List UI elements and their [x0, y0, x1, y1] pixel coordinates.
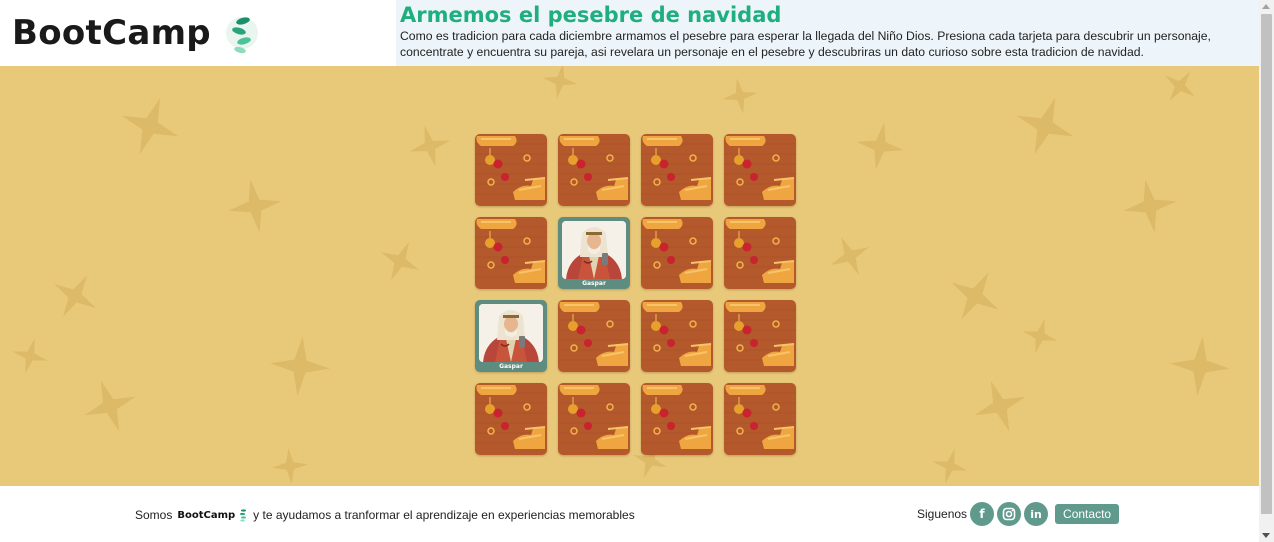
contact-button[interactable]: Contacto	[1055, 504, 1120, 524]
brand-logo[interactable]: BootCamp	[0, 0, 396, 66]
memory-card[interactable]	[475, 134, 547, 206]
scrollbar-thumb[interactable]	[1261, 14, 1272, 514]
scroll-up-arrow-icon[interactable]	[1262, 4, 1270, 9]
instagram-icon[interactable]	[997, 502, 1022, 526]
card-back-pattern-icon	[641, 383, 713, 455]
card-back-pattern-icon	[558, 134, 630, 206]
brand-name: BootCamp	[12, 13, 211, 53]
memory-card[interactable]	[475, 383, 547, 455]
card-back-pattern-icon	[558, 383, 630, 455]
memory-card[interactable]	[641, 300, 713, 372]
memory-card[interactable]: Gaspar	[475, 300, 547, 372]
footer-about: Somos BootCamp y te ayudamos a tranforma…	[135, 508, 635, 522]
memory-card[interactable]	[641, 217, 713, 289]
header: BootCamp Armemos el pesebre de navidad C…	[0, 0, 1259, 66]
memory-card[interactable]: Gaspar	[558, 217, 630, 289]
page: BootCamp Armemos el pesebre de navidad C…	[0, 0, 1274, 542]
memory-card[interactable]	[641, 383, 713, 455]
memory-card[interactable]	[724, 134, 796, 206]
page-title: Armemos el pesebre de navidad	[400, 3, 782, 27]
card-back-pattern-icon	[641, 217, 713, 289]
card-back-pattern-icon	[724, 383, 796, 455]
vertical-scrollbar[interactable]	[1259, 0, 1274, 542]
facebook-icon[interactable]: f	[970, 502, 995, 526]
card-back-pattern-icon	[724, 300, 796, 372]
card-back-pattern-icon	[724, 217, 796, 289]
card-character-name: Gaspar	[582, 280, 606, 287]
memory-card-grid: Gaspar Gaspar	[475, 134, 797, 455]
scroll-down-arrow-icon[interactable]	[1262, 533, 1270, 538]
game-board-area: Gaspar Gaspar	[0, 66, 1259, 486]
bootcamp-logo-icon	[240, 509, 247, 522]
linkedin-icon[interactable]: in	[1024, 502, 1049, 526]
bootcamp-logo-icon	[225, 10, 259, 56]
siguenos-label: Siguenos	[917, 507, 968, 521]
gaspar-illustration-icon	[562, 221, 626, 279]
footer: Somos BootCamp y te ayudamos a tranforma…	[0, 486, 1259, 542]
memory-card[interactable]	[475, 217, 547, 289]
memory-card[interactable]	[724, 217, 796, 289]
memory-card[interactable]	[558, 134, 630, 206]
footer-somos-text: Somos	[135, 508, 173, 522]
memory-card[interactable]	[641, 134, 713, 206]
game-instructions: Como es tradicion para cada diciembre ar…	[400, 29, 1211, 59]
memory-card[interactable]	[724, 383, 796, 455]
card-face	[562, 221, 626, 279]
footer-social: Siguenos f in Contacto	[917, 502, 1120, 526]
memory-card[interactable]	[558, 383, 630, 455]
gaspar-illustration-icon	[479, 304, 543, 362]
card-face	[479, 304, 543, 362]
footer-tagline: y te ayudamos a tranformar el aprendizaj…	[253, 508, 635, 522]
card-back-pattern-icon	[475, 383, 547, 455]
card-back-pattern-icon	[724, 134, 796, 206]
card-back-pattern-icon	[641, 134, 713, 206]
card-character-name: Gaspar	[499, 363, 523, 370]
footer-brand-name: BootCamp	[177, 509, 236, 521]
card-back-pattern-icon	[641, 300, 713, 372]
card-back-pattern-icon	[558, 300, 630, 372]
memory-card[interactable]	[724, 300, 796, 372]
memory-card[interactable]	[558, 300, 630, 372]
card-back-pattern-icon	[475, 134, 547, 206]
card-back-pattern-icon	[475, 217, 547, 289]
intro-panel: Armemos el pesebre de navidad Como es tr…	[396, 0, 1259, 66]
